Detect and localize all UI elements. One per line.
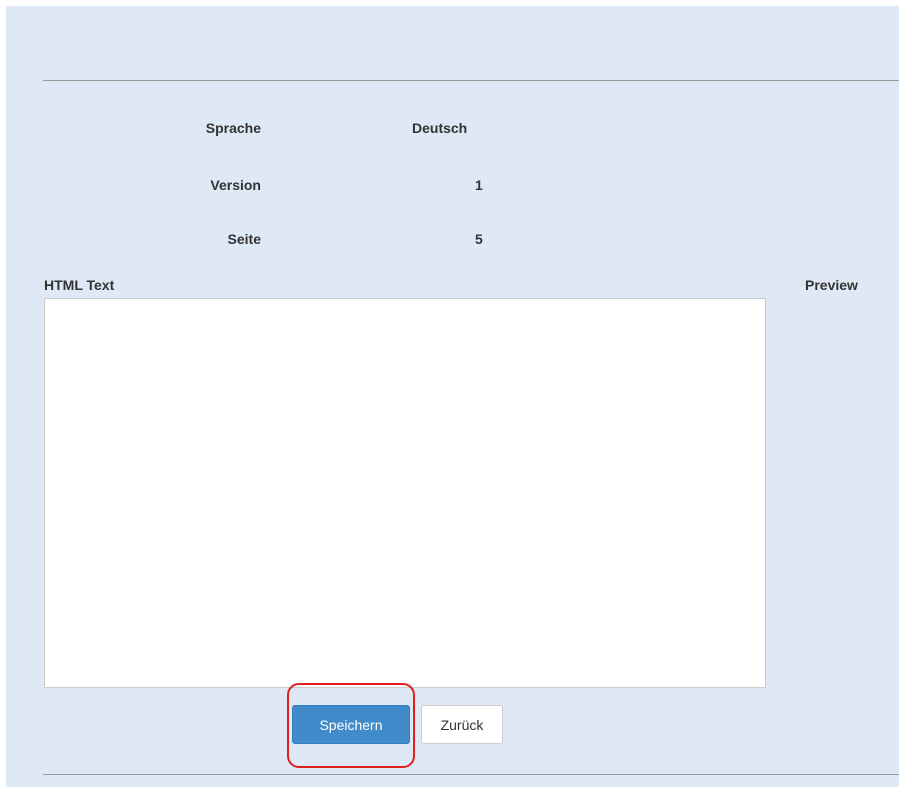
page-label: Seite	[227, 231, 261, 247]
bottom-divider	[43, 774, 899, 775]
save-button[interactable]: Speichern	[292, 705, 410, 744]
top-divider	[43, 80, 899, 81]
html-text-editor[interactable]	[44, 298, 766, 688]
content-panel: Sprache Deutsch Version 1 Seite 5 HTML T…	[6, 6, 899, 787]
page-value: 5	[475, 231, 483, 247]
back-button[interactable]: Zurück	[421, 705, 503, 744]
language-label: Sprache	[205, 120, 261, 136]
version-label: Version	[210, 177, 261, 193]
html-text-label: HTML Text	[44, 277, 115, 293]
language-value: Deutsch	[412, 120, 468, 136]
preview-label: Preview	[805, 277, 858, 293]
version-value: 1	[475, 177, 483, 193]
